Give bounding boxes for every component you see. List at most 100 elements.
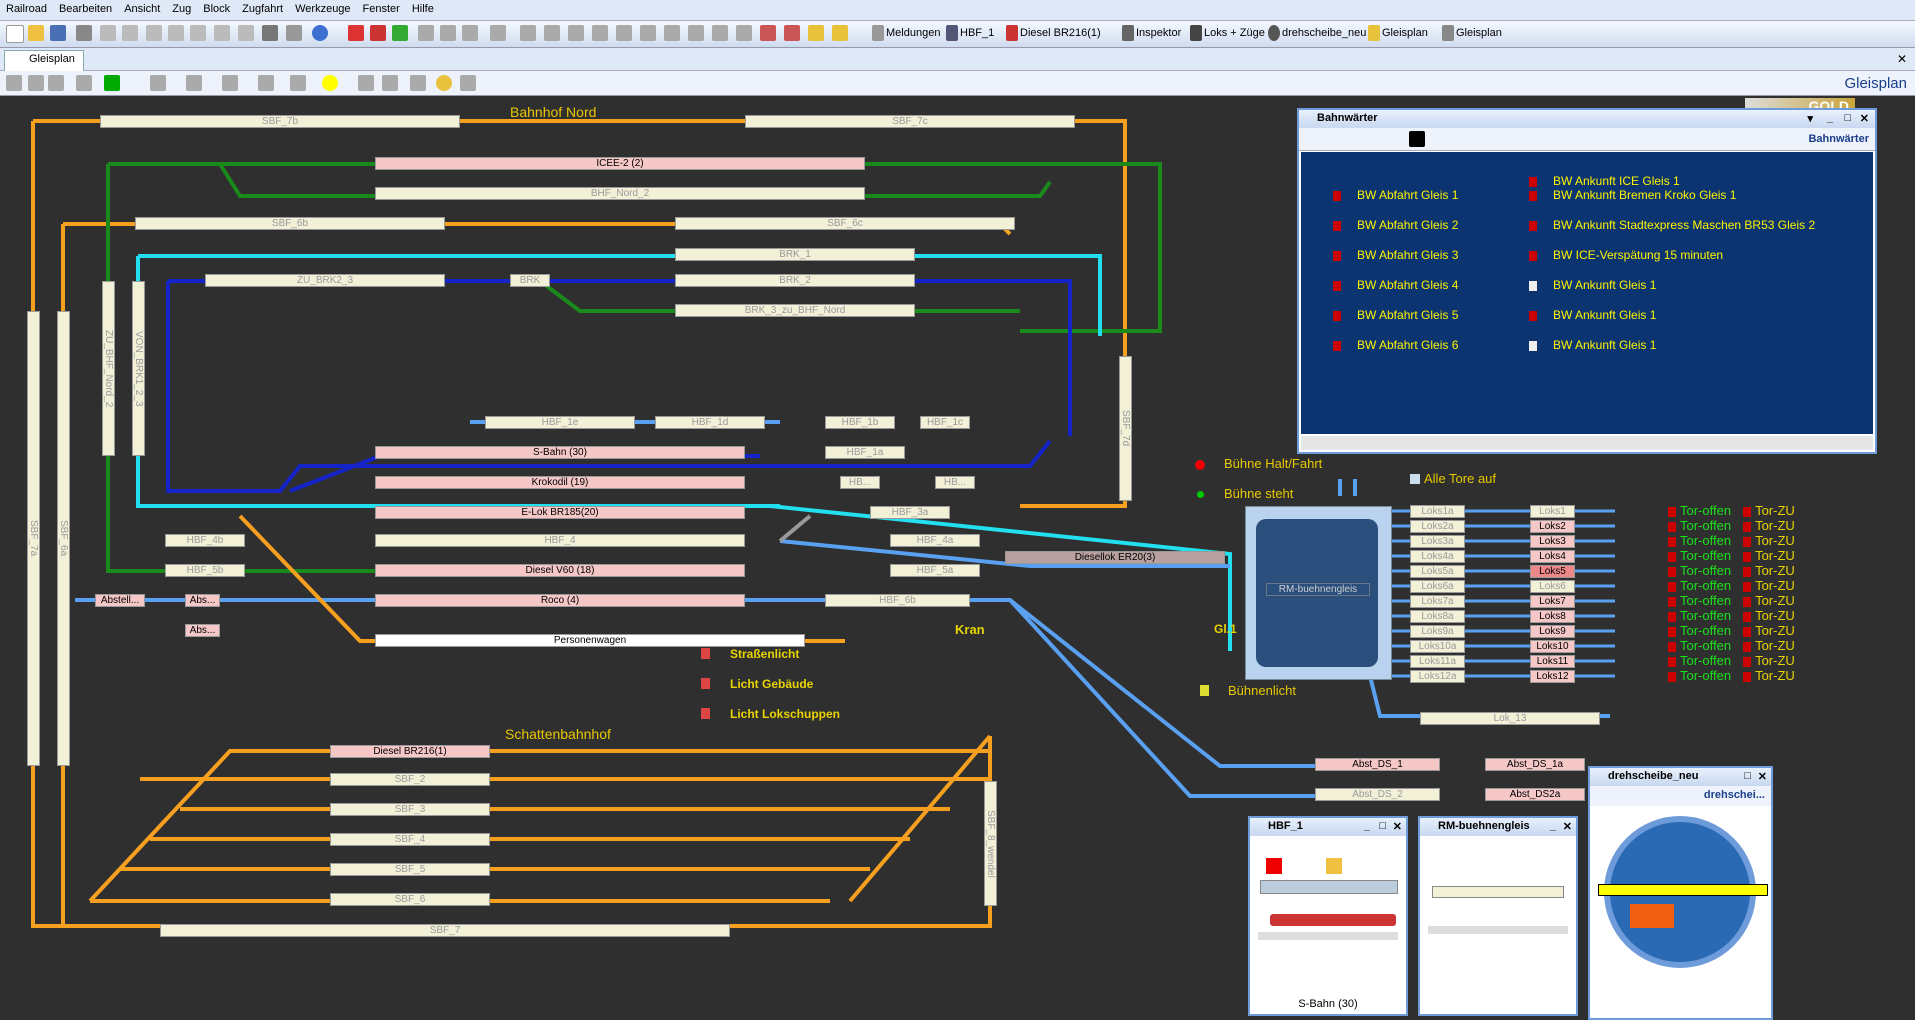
track-hbf-4b[interactable]: HBF_4b [165,534,245,547]
bw-item[interactable]: BW Abfahrt Gleis 1 [1333,188,1458,202]
track-sbf-5[interactable]: SBF_5 [330,863,490,876]
label-strassenlicht[interactable]: Straßenlicht [730,647,799,661]
label-licht-lokschuppen[interactable]: Licht Lokschuppen [730,707,840,721]
tor-row[interactable]: Tor-offen Tor-ZU [1668,638,1795,653]
track-hbf-4a[interactable]: HBF_4a [890,534,980,547]
track-loks10a[interactable]: Loks10a [1410,640,1465,653]
tor-row[interactable]: Tor-offen Tor-ZU [1668,653,1795,668]
pencil-icon[interactable] [48,75,64,91]
tor-row[interactable]: Tor-offen Tor-ZU [1668,548,1795,563]
cut-icon[interactable] [146,25,162,41]
track-von-brk1-2-3[interactable]: VON_BRK1_2_3 [132,281,145,456]
tor-row[interactable]: Tor-offen Tor-ZU [1668,608,1795,623]
track-abstell[interactable]: Abstell... [95,594,145,607]
track-loks11a[interactable]: Loks11a [1410,655,1465,668]
block-icon[interactable] [592,25,608,41]
turntable-bridge[interactable] [1598,884,1768,896]
track-hbf-1c[interactable]: HBF_1c [920,416,970,429]
menu-fenster[interactable]: Fenster [357,0,406,15]
track-loks4[interactable]: Loks4 [1530,550,1575,563]
maximize-icon[interactable]: □ [1379,820,1386,832]
pen-icon[interactable] [490,25,506,41]
train-icon[interactable] [760,25,776,41]
settings-icon[interactable] [286,25,302,41]
licht-gebaeude-icon[interactable] [701,678,710,689]
track-personenwagen[interactable]: Personenwagen [375,634,805,647]
bw-item[interactable]: BW Abfahrt Gleis 4 [1333,278,1458,292]
close-icon[interactable]: ✕ [1860,112,1869,125]
track-hbf-6b[interactable]: HBF_6b [825,594,970,607]
maximize-icon[interactable]: □ [1844,112,1851,124]
track-loks1[interactable]: Loks1 [1530,505,1575,518]
track-icon[interactable] [520,25,536,41]
text-icon[interactable] [688,25,704,41]
properties-icon[interactable] [238,25,254,41]
track-abst-ds-1a[interactable]: Abst_DS_1a [1485,758,1585,771]
menu-hilfe[interactable]: Hilfe [406,0,440,15]
maximize-icon[interactable]: □ [1744,770,1751,782]
bw-item[interactable]: BW Ankunft Gleis 1 [1529,338,1656,352]
track-zu-bhf-nord-2[interactable]: ZU_BHF_Nord_2 [102,281,115,456]
track-hbf-1e[interactable]: HBF_1e [485,416,635,429]
track-brk[interactable]: BRK [510,274,550,287]
minimize-icon[interactable]: _ [1364,820,1370,832]
track-diesel-v60[interactable]: Diesel V60 (18) [375,564,745,577]
picture-icon[interactable] [460,75,476,91]
drehscheibe-button[interactable]: drehscheibe_neu [1282,27,1366,39]
minimize-icon[interactable]: _ [1827,112,1833,124]
new-icon[interactable] [6,25,24,43]
redo-icon[interactable] [122,25,138,41]
select-icon[interactable] [28,75,44,91]
track-sbf-3[interactable]: SBF_3 [330,803,490,816]
buehne-halt-icon[interactable] [1195,460,1205,470]
speed-slider[interactable] [1258,932,1398,940]
track-loks8[interactable]: Loks8 [1530,610,1575,623]
track-loks7a[interactable]: Loks7a [1410,595,1465,608]
textbox-icon[interactable] [358,75,374,91]
close-icon[interactable]: ✕ [1563,820,1572,833]
track-loks6a[interactable]: Loks6a [1410,580,1465,593]
sun-icon[interactable] [808,25,824,41]
menu-block[interactable]: Block [197,0,236,15]
track-hbf-1b[interactable]: HBF_1b [825,416,895,429]
track-abst-ds-2a[interactable]: Abst_DS2a [1485,788,1585,801]
clock-icon[interactable] [418,25,434,41]
save-icon[interactable] [50,25,66,41]
chevron-down-icon[interactable]: ▾ [1807,112,1813,125]
track-sbf-7[interactable]: SBF_7 [160,924,730,937]
label-buehne-halt[interactable]: Bühne Halt/Fahrt [1224,456,1322,471]
tor-row[interactable]: Tor-offen Tor-ZU [1668,533,1795,548]
grid-icon[interactable] [462,25,478,41]
stop-signal-icon[interactable] [1266,858,1282,874]
rm-titlebar[interactable]: RM-buehnengleis ✕ _ [1420,818,1576,836]
track-loks6[interactable]: Loks6 [1530,580,1575,593]
tor-row[interactable]: Tor-offen Tor-ZU [1668,563,1795,578]
track-brk-2[interactable]: BRK_2 [675,274,915,287]
track-loks11[interactable]: Loks11 [1530,655,1575,668]
menu-ansicht[interactable]: Ansicht [118,0,166,15]
close-icon[interactable]: ✕ [1897,52,1907,66]
alle-tore-icon[interactable] [1410,474,1420,484]
bw-item[interactable]: BW Ankunft Gleis 1 [1529,308,1656,322]
track-loks9a[interactable]: Loks9a [1410,625,1465,638]
track-sbf-7c[interactable]: SBF_7c [745,115,1075,128]
signal-icon[interactable] [568,25,584,41]
track-loks4a[interactable]: Loks4a [1410,550,1465,563]
shape-icon[interactable] [258,75,274,91]
image-icon[interactable] [382,75,398,91]
bahnwaerter-titlebar[interactable]: Bahnwärter ✕ □ _ ▾ [1299,110,1875,128]
menu-railroad[interactable]: Railroad [0,0,53,15]
layout-icon[interactable] [440,25,456,41]
abc-icon[interactable] [410,75,426,91]
track-loks9[interactable]: Loks9 [1530,625,1575,638]
track-sbahn[interactable]: S-Bahn (30) [375,446,745,459]
bw-item[interactable]: BW Ankunft Stadtexpress Maschen BR53 Gle… [1529,218,1815,232]
menu-werkzeuge[interactable]: Werkzeuge [289,0,356,15]
track-brk-3[interactable]: BRK_3_zu_BHF_Nord [675,304,915,317]
track-abst-ds-2[interactable]: Abst_DS_2 [1315,788,1440,801]
bw-item[interactable]: BW Ankunft Bremen Kroko Gleis 1 [1529,188,1736,202]
close-icon[interactable]: ✕ [1758,770,1767,783]
track-sbf-6c[interactable]: SBF_6c [675,217,1015,230]
track-loks1a[interactable]: Loks1a [1410,505,1465,518]
circle-icon[interactable] [322,75,338,91]
